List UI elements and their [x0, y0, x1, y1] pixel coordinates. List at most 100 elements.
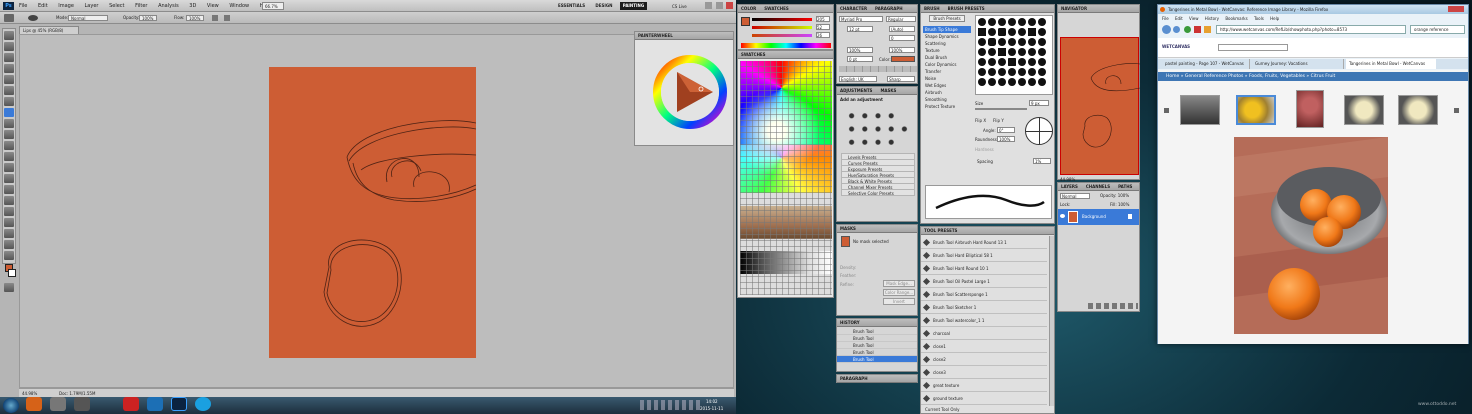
tool-preset-item[interactable]: close1 [921, 340, 1047, 353]
tool-preset-item[interactable]: Brush Tool Scattersponge 1 [921, 288, 1047, 301]
layers-footer-buttons[interactable] [1088, 303, 1138, 309]
tool-preset-item[interactable]: Brush Tool Airbrush Hard Round 13 1 [921, 236, 1047, 249]
back-button-icon[interactable] [1162, 25, 1171, 34]
leading-field[interactable]: (Auto) [889, 26, 915, 32]
angle-field[interactable]: 0° [997, 127, 1015, 133]
document-tab[interactable]: Lips @ 45% (RGB/8) [19, 26, 79, 34]
swatches-title[interactable]: SWATCHES [738, 51, 833, 59]
brush-tool-icon[interactable] [4, 14, 14, 22]
firefox-close-icon[interactable] [1448, 6, 1464, 12]
layer-row-background[interactable]: Background [1058, 209, 1139, 225]
tab-adjustments[interactable]: ADJUSTMENTS [840, 88, 872, 93]
brush-tip-grid[interactable] [975, 15, 1053, 95]
horizontal-scale-field[interactable]: 100% [889, 47, 915, 53]
brush-tool-icon[interactable] [4, 108, 14, 117]
history-item[interactable]: Brush Tool [837, 335, 917, 342]
stop-icon[interactable] [1194, 26, 1201, 33]
clock-date[interactable]: 2015-11-11 [700, 406, 723, 411]
tracking-field[interactable]: 0 [889, 35, 915, 41]
photo-thumbnail[interactable] [1344, 95, 1384, 125]
tab-tool-presets[interactable]: TOOL PRESETS [924, 228, 957, 233]
green-slider[interactable] [752, 26, 812, 29]
tool-preset-item[interactable]: Brush Tool Oil Pastel Large 1 [921, 275, 1047, 288]
reload-icon[interactable] [1184, 26, 1191, 33]
tool-presets-scrollbar[interactable] [1049, 236, 1054, 406]
ff-menu-edit[interactable]: Edit [1175, 15, 1183, 22]
opacity-field[interactable]: 100% [139, 15, 157, 21]
shape-tool-icon[interactable] [4, 218, 14, 227]
texture-option[interactable]: Texture [923, 47, 971, 54]
tool-preset-item[interactable]: ground texture [921, 392, 1047, 405]
ff-menu-file[interactable]: File [1162, 15, 1169, 22]
shape-dynamics-option[interactable]: Shape Dynamics [923, 33, 971, 40]
language-select[interactable]: English: UK [839, 76, 877, 82]
photoshop-taskbar-icon[interactable] [171, 397, 187, 411]
protect-texture-option[interactable]: Protect Texture [923, 103, 971, 110]
airbrush-option[interactable]: Airbrush [923, 89, 971, 96]
path-select-tool-icon[interactable] [4, 207, 14, 216]
ff-menu-history[interactable]: History [1205, 15, 1219, 22]
ff-menu-help[interactable]: Help [1270, 15, 1279, 22]
tool-preset-item[interactable]: Brush Tool Sketcher 1 [921, 301, 1047, 314]
layer-fill[interactable]: Fill: 100% [1110, 202, 1129, 207]
angle-roundness-widget[interactable] [1025, 117, 1053, 145]
tab-character[interactable]: CHARACTER [840, 6, 867, 11]
ff-menu-view[interactable]: View [1189, 15, 1199, 22]
marquee-tool-icon[interactable] [4, 42, 14, 51]
tab-paragraph[interactable]: PARAGRAPH [875, 6, 903, 11]
menu-window[interactable]: Window [229, 0, 249, 12]
paint-taskbar-icon[interactable] [147, 397, 163, 411]
menu-analysis[interactable]: Analysis [158, 0, 179, 12]
transfer-option[interactable]: Transfer [923, 68, 971, 75]
red-value[interactable]: 205 [816, 16, 830, 22]
ie-taskbar-icon[interactable] [26, 397, 42, 411]
menu-view[interactable]: View [207, 0, 219, 12]
blend-mode-select[interactable]: Normal [1060, 193, 1090, 199]
thumbnails-prev-icon[interactable] [1164, 108, 1169, 113]
menu-filter[interactable]: Filter [135, 0, 147, 12]
workspace-essentials[interactable]: ESSENTIALS [555, 2, 588, 10]
brush-tip-shape-option[interactable]: Brush Tip Shape [923, 26, 971, 33]
crop-tool-icon[interactable] [4, 75, 14, 84]
photo-thumbnail[interactable] [1398, 95, 1438, 125]
clock-time[interactable]: 14:02 [706, 399, 718, 404]
photo-thumbnail[interactable] [1296, 90, 1324, 128]
adjustment-icons[interactable] [845, 107, 911, 151]
menu-image[interactable]: Image [58, 0, 74, 12]
tab-color[interactable]: COLOR [741, 6, 756, 11]
history-item-current[interactable]: Brush Tool [837, 356, 917, 363]
green-value[interactable]: 52 [816, 24, 830, 30]
workspace-design[interactable]: DESIGN [592, 2, 615, 10]
tool-preset-item[interactable]: close2 [921, 353, 1047, 366]
tab-channels[interactable]: CHANNELS [1086, 184, 1110, 189]
visibility-eye-icon[interactable] [1060, 214, 1065, 218]
workspace-painting[interactable]: PAINTING [619, 2, 648, 10]
smoothing-option[interactable]: Smoothing [923, 96, 971, 103]
font-family-select[interactable]: Myriad Pro [839, 16, 883, 22]
tool-preset-item[interactable]: Brush Tool Hard Elliptical 58 1 [921, 249, 1047, 262]
tool-preset-item[interactable]: Brush Tool watercolor_1 1 [921, 314, 1047, 327]
skype-taskbar-icon[interactable] [195, 397, 211, 411]
menu-edit[interactable]: Edit [38, 0, 48, 12]
menu-3d[interactable]: 3D [189, 0, 196, 12]
tab-pastel-painting[interactable]: pastel painting - Page 107 - WetCanvas [1162, 59, 1250, 69]
font-style-select[interactable]: Regular [886, 16, 916, 22]
tool-preset-item[interactable]: close3 [921, 366, 1047, 379]
vertical-scale-field[interactable]: 100% [847, 47, 873, 53]
invert-button[interactable]: Invert [883, 298, 915, 305]
brush-presets-button[interactable]: Brush Presets [929, 15, 965, 22]
photo-thumbnail[interactable] [1236, 95, 1276, 125]
gradient-tool-icon[interactable] [4, 152, 14, 161]
start-button[interactable] [3, 398, 19, 413]
menu-select[interactable]: Select [109, 0, 124, 12]
size-slider[interactable] [975, 108, 1027, 110]
explorer-taskbar-icon[interactable] [50, 397, 66, 411]
navigator-preview[interactable] [1060, 37, 1141, 175]
flip-x-checkbox[interactable]: Flip X [975, 118, 986, 123]
spacing-field[interactable]: 1% [1033, 158, 1051, 164]
wetcanvas-logo[interactable]: WETCANVAS [1162, 44, 1190, 49]
flow-field[interactable]: 100% [186, 15, 204, 21]
lasso-tool-icon[interactable] [4, 53, 14, 62]
blur-tool-icon[interactable] [4, 163, 14, 172]
history-brush-tool-icon[interactable] [4, 130, 14, 139]
